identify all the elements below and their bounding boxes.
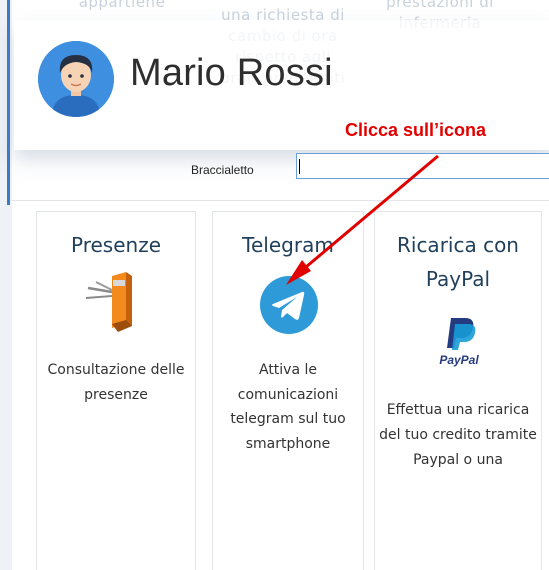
tile-title: Presenze bbox=[71, 233, 161, 257]
tile-telegram[interactable]: Telegram Attiva le comunicazioni telegra… bbox=[212, 211, 364, 570]
window-left-edge bbox=[0, 0, 12, 570]
section-divider bbox=[12, 200, 549, 201]
tile-paypal[interactable]: Ricarica con PayPal PayPal Effettua una … bbox=[374, 211, 542, 570]
left-accent-bar bbox=[7, 0, 10, 205]
tile-description: Attiva le comunicazioni telegram sul tuo… bbox=[230, 362, 346, 452]
tile-description: Consultazione delle presenze bbox=[47, 362, 185, 403]
paypal-wordmark: PayPal bbox=[439, 353, 479, 367]
background-text-left: appartiene bbox=[78, 0, 166, 11]
turnstile-icon[interactable] bbox=[82, 270, 144, 332]
tile-description: Effettua una ricarica del tuo credito tr… bbox=[379, 402, 537, 468]
text-cursor bbox=[299, 159, 300, 174]
annotation-callout: Clicca sull’icona bbox=[345, 120, 487, 140]
telegram-icon[interactable] bbox=[260, 276, 318, 334]
user-name: Mario Rossi bbox=[130, 52, 333, 94]
paypal-icon[interactable]: PayPal bbox=[435, 316, 483, 368]
tile-title: Telegram bbox=[242, 233, 334, 257]
user-avatar-icon bbox=[38, 41, 114, 117]
braccialetto-label: Braccialetto bbox=[191, 163, 254, 177]
tile-presenze[interactable]: Presenze Consultazione delle presenze bbox=[36, 211, 196, 570]
tile-title: Ricarica con PayPal bbox=[396, 233, 519, 291]
braccialetto-input[interactable] bbox=[296, 153, 549, 179]
